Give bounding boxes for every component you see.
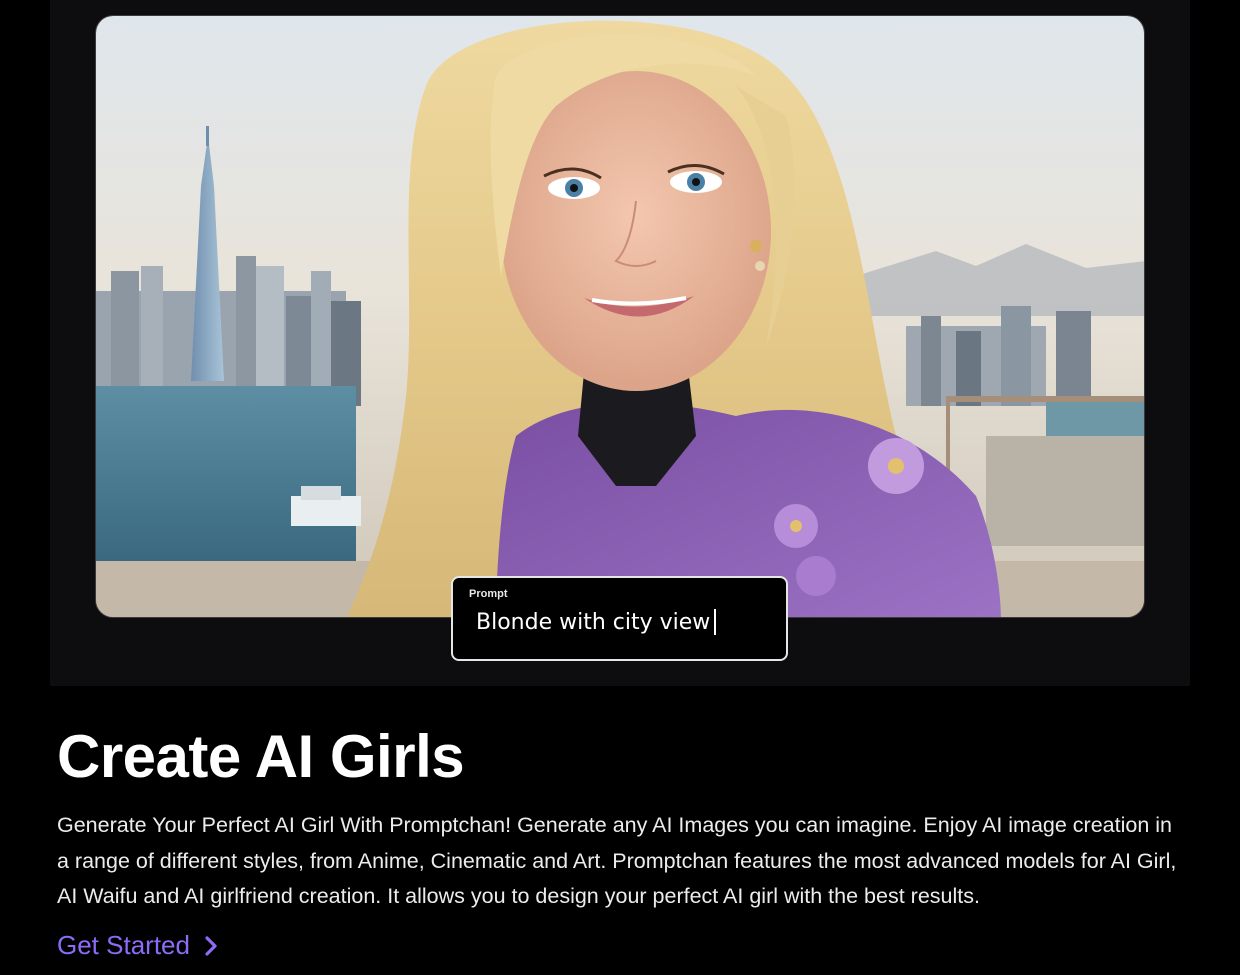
get-started-link[interactable]: Get Started bbox=[57, 930, 218, 961]
prompt-label: Prompt bbox=[469, 588, 508, 600]
description-text: Generate Your Perfect AI Girl With Promp… bbox=[57, 813, 1177, 908]
page: Prompt Blonde with city view Create AI G… bbox=[0, 0, 1240, 975]
prompt-input-value: Blonde with city view bbox=[476, 609, 711, 635]
page-title: Create AI Girls bbox=[57, 723, 465, 790]
hero-image bbox=[95, 15, 1145, 618]
prompt-box[interactable]: Prompt Blonde with city view bbox=[451, 576, 788, 661]
get-started-label: Get Started bbox=[57, 930, 190, 960]
prompt-input[interactable]: Blonde with city view bbox=[476, 607, 766, 637]
text-caret bbox=[714, 609, 717, 635]
chevron-right-icon bbox=[204, 935, 218, 957]
